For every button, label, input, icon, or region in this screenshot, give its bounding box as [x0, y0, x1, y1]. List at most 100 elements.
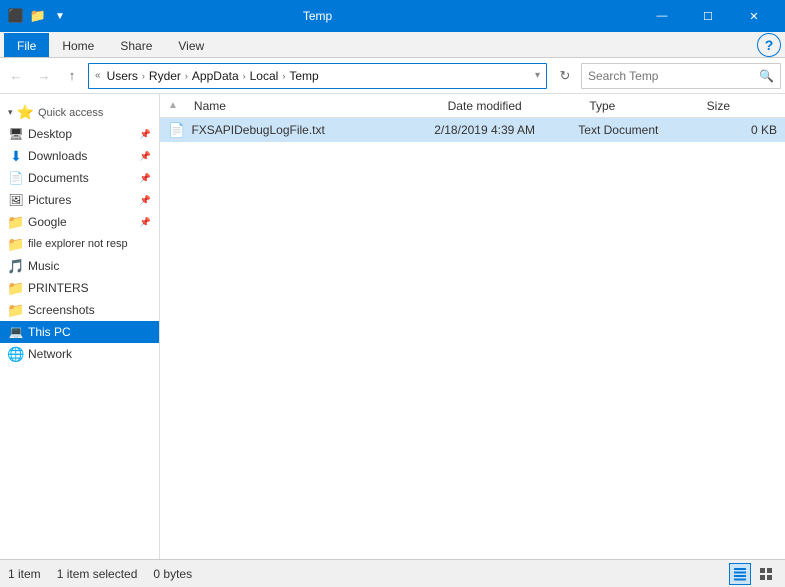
- search-input[interactable]: [588, 69, 759, 83]
- sidebar-item-label-desktop: Desktop: [28, 127, 72, 141]
- sidebar-item-network[interactable]: 🌐 Network: [0, 343, 159, 365]
- col-header-size[interactable]: Size: [699, 97, 777, 115]
- screenshots-icon: 📁: [8, 302, 24, 318]
- quick-access-icon: ⭐: [17, 104, 34, 121]
- addr-part-users[interactable]: Users: [105, 69, 140, 83]
- sidebar-item-screenshots[interactable]: 📁 Screenshots: [0, 299, 159, 321]
- sidebar-item-pictures[interactable]: 🖼 Pictures 📌: [0, 189, 159, 211]
- col-header-name[interactable]: Name: [186, 97, 440, 115]
- address-bar-row: ← → ↑ « Users › Ryder › AppData › Local …: [0, 58, 785, 94]
- back-button[interactable]: ←: [4, 64, 28, 88]
- address-chevron: «: [95, 70, 101, 81]
- file-name-cell: 📄 FXSAPIDebugLogFile.txt: [168, 122, 434, 139]
- file-area: ▲ Name Date modified Type Size 📄 FXSAPID…: [160, 94, 785, 559]
- search-icon: 🔍: [759, 69, 774, 83]
- google-icon: 📁: [8, 214, 24, 230]
- selected-size: 0 bytes: [153, 567, 192, 581]
- large-icons-view-button[interactable]: [755, 563, 777, 585]
- maximize-button[interactable]: ☐: [685, 0, 731, 32]
- item-count: 1 item: [8, 567, 41, 581]
- quick-access-header[interactable]: ▾ ⭐ Quick access: [0, 98, 159, 123]
- status-bar: 1 item 1 item selected 0 bytes: [0, 559, 785, 587]
- quick-access-label: Quick access: [38, 107, 103, 119]
- address-box[interactable]: « Users › Ryder › AppData › Local › Temp…: [88, 63, 547, 89]
- sidebar-item-printers[interactable]: 📁 PRINTERS: [0, 277, 159, 299]
- pictures-icon: 🖼: [8, 192, 24, 208]
- pin-icon-documents: 📌: [140, 173, 151, 184]
- tab-share[interactable]: Share: [107, 33, 165, 57]
- minimize-button[interactable]: —: [639, 0, 685, 32]
- desktop-icon: 🖥: [8, 126, 24, 142]
- pin-icon-google: 📌: [140, 217, 151, 228]
- addr-part-local[interactable]: Local: [248, 69, 281, 83]
- window-title: Temp: [76, 9, 559, 23]
- sidebar-item-fileexplorer[interactable]: 📁 file explorer not resp: [0, 233, 159, 255]
- thispc-icon: 💻: [8, 324, 24, 340]
- ribbon-tabs: File Home Share View ?: [0, 32, 785, 58]
- sidebar-item-thispc[interactable]: 💻 This PC: [0, 321, 159, 343]
- app-icon-2: 📁: [30, 8, 46, 24]
- printers-icon: 📁: [8, 280, 24, 296]
- downloads-icon: ⬇: [8, 148, 24, 164]
- file-type-cell: Text Document: [578, 123, 697, 137]
- sort-toggle[interactable]: ▲: [168, 100, 178, 111]
- address-dropdown-arrow[interactable]: ▾: [535, 70, 540, 81]
- search-box[interactable]: 🔍: [581, 63, 781, 89]
- sidebar: ▾ ⭐ Quick access 🖥 Desktop 📌 ⬇ Downloads…: [0, 94, 160, 559]
- sidebar-item-label-fileexplorer: file explorer not resp: [28, 238, 128, 250]
- forward-button[interactable]: →: [32, 64, 56, 88]
- app-icon-1: ⬛: [8, 8, 24, 24]
- refresh-button[interactable]: ↻: [553, 64, 577, 88]
- column-header-bar: ▲ Name Date modified Type Size: [160, 94, 785, 118]
- file-row[interactable]: 📄 FXSAPIDebugLogFile.txt 2/18/2019 4:39 …: [160, 118, 785, 142]
- sidebar-item-label-music: Music: [28, 259, 59, 273]
- network-icon: 🌐: [8, 346, 24, 362]
- details-view-button[interactable]: [729, 563, 751, 585]
- sidebar-item-label-thispc: This PC: [28, 325, 71, 339]
- documents-icon: 📄: [8, 170, 24, 186]
- file-size-cell: 0 KB: [698, 123, 777, 137]
- tab-view[interactable]: View: [165, 33, 217, 57]
- sidebar-item-google[interactable]: 📁 Google 📌: [0, 211, 159, 233]
- sidebar-item-label-network: Network: [28, 347, 72, 361]
- sidebar-item-label-downloads: Downloads: [28, 149, 87, 163]
- sidebar-item-label-documents: Documents: [28, 171, 89, 185]
- pin-icon-downloads: 📌: [140, 151, 151, 162]
- title-bar: ⬛ 📁 ▼ Temp — ☐ ✕: [0, 0, 785, 32]
- file-size: 0 KB: [751, 123, 777, 137]
- title-bar-icons: ⬛ 📁 ▼: [8, 8, 68, 24]
- addr-part-temp[interactable]: Temp: [287, 69, 320, 83]
- pin-icon-desktop: 📌: [140, 129, 151, 140]
- file-date: 2/18/2019 4:39 AM: [434, 123, 535, 137]
- selected-count: 1 item selected: [57, 567, 138, 581]
- sidebar-item-label-pictures: Pictures: [28, 193, 71, 207]
- quick-access-toolbar-pin: ▼: [52, 8, 68, 24]
- expand-arrow: ▾: [8, 107, 13, 118]
- up-button[interactable]: ↑: [60, 64, 84, 88]
- window-controls: — ☐ ✕: [639, 0, 777, 32]
- file-icon: 📄: [168, 122, 185, 139]
- help-button[interactable]: ?: [757, 33, 781, 57]
- addr-part-ryder[interactable]: Ryder: [147, 69, 183, 83]
- tab-home[interactable]: Home: [49, 33, 107, 57]
- pin-icon-pictures: 📌: [140, 195, 151, 206]
- sidebar-item-downloads[interactable]: ⬇ Downloads 📌: [0, 145, 159, 167]
- sidebar-item-documents[interactable]: 📄 Documents 📌: [0, 167, 159, 189]
- sidebar-item-desktop[interactable]: 🖥 Desktop 📌: [0, 123, 159, 145]
- sidebar-item-label-google: Google: [28, 215, 67, 229]
- close-button[interactable]: ✕: [731, 0, 777, 32]
- sidebar-item-label-printers: PRINTERS: [28, 281, 89, 295]
- file-name: FXSAPIDebugLogFile.txt: [191, 123, 324, 137]
- fileexplorer-icon: 📁: [8, 236, 24, 252]
- address-parts: Users › Ryder › AppData › Local › Temp: [105, 69, 531, 83]
- view-toggle-group: [729, 563, 777, 585]
- file-type: Text Document: [578, 123, 658, 137]
- col-header-date[interactable]: Date modified: [440, 97, 582, 115]
- main-area: ▾ ⭐ Quick access 🖥 Desktop 📌 ⬇ Downloads…: [0, 94, 785, 559]
- col-header-type[interactable]: Type: [581, 97, 698, 115]
- tab-file[interactable]: File: [4, 33, 49, 57]
- addr-part-appdata[interactable]: AppData: [190, 69, 241, 83]
- sidebar-item-label-screenshots: Screenshots: [28, 303, 95, 317]
- sidebar-item-music[interactable]: 🎵 Music: [0, 255, 159, 277]
- music-icon: 🎵: [8, 258, 24, 274]
